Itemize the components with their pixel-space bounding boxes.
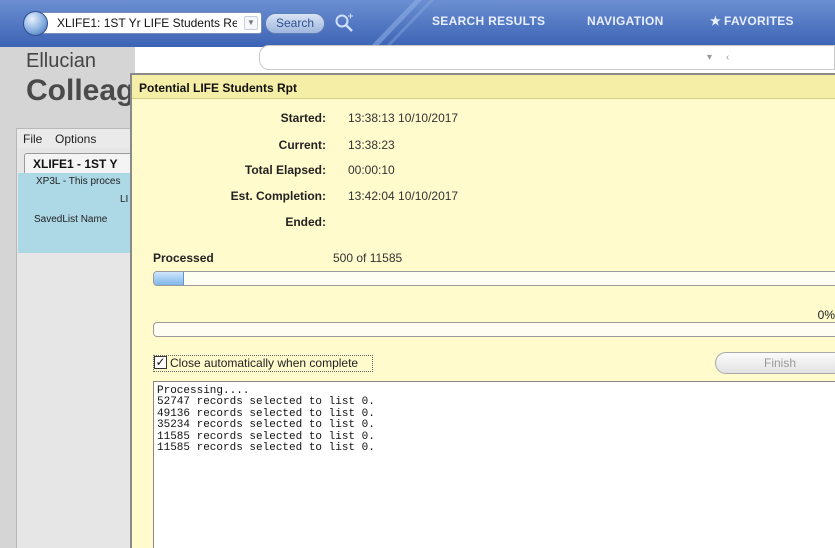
chevron-left-icon[interactable]: ‹ (726, 52, 729, 63)
form-select-dropdown[interactable]: XLIFE1: 1ST Yr LIFE Students Re ▼ (23, 11, 262, 36)
menu-file[interactable]: File (23, 132, 42, 146)
brand-product: Colleag (26, 74, 135, 107)
processed-progress-bar (153, 271, 835, 286)
brand-name: Ellucian (26, 50, 97, 72)
form-row-text: SavedList Name (34, 214, 108, 225)
search-button[interactable]: Search (265, 13, 325, 34)
finish-button[interactable]: Finish (715, 352, 835, 374)
top-toolbar: XLIFE1: 1ST Yr LIFE Students Re ▼ Search… (0, 0, 835, 47)
stat-value-est-completion: 13:42:04 10/10/2017 (348, 189, 459, 203)
form-row-text: LI (120, 194, 129, 205)
overall-percent: 0% (817, 308, 835, 322)
menu-bar: File Options (16, 128, 135, 148)
stat-label-current: Current: (278, 138, 326, 152)
log-line: 11585 records selected to list 0. (157, 442, 375, 455)
stat-value-current: 13:38:23 (348, 138, 395, 152)
close-auto-checkbox[interactable]: ✓ (154, 356, 167, 369)
process-log: Processing.... 52747 records selected to … (153, 381, 835, 548)
chevron-down-icon[interactable]: ▼ (244, 16, 258, 30)
overall-progress-bar (153, 322, 835, 337)
close-auto-label[interactable]: Close automatically when complete (170, 356, 358, 370)
tab-navigation[interactable]: NAVIGATION (587, 14, 664, 28)
stat-label-ended: Ended: (285, 215, 326, 229)
star-icon: ★ (710, 14, 722, 28)
menu-options[interactable]: Options (55, 132, 96, 146)
magnifier-icon[interactable] (333, 12, 355, 34)
stat-label-started: Started: (280, 111, 326, 125)
form-field-strip: ▾ ‹ (259, 45, 835, 70)
progress-dialog: Potential LIFE Students Rpt Started: 13:… (130, 73, 835, 548)
stat-value-started: 13:38:13 10/10/2017 (348, 111, 459, 125)
globe-icon (23, 11, 48, 36)
processed-count: 500 of 11585 (333, 251, 403, 265)
tab-favorites[interactable]: FAVORITES (724, 14, 794, 28)
form-body: XP3L - This proces LI SavedList Name (18, 173, 135, 253)
form-tab[interactable]: XLIFE1 - 1ST Y (24, 153, 135, 173)
tab-search-results[interactable]: SEARCH RESULTS (432, 14, 545, 28)
chevron-down-icon[interactable]: ▾ (707, 52, 712, 63)
stat-label-total-elapsed: Total Elapsed: (244, 163, 326, 177)
log-line: 35234 records selected to list 0. (157, 419, 375, 432)
processed-label: Processed (153, 251, 214, 265)
stat-label-est-completion: Est. Completion: (230, 189, 326, 203)
processed-progress-fill (154, 272, 184, 285)
form-select-value: XLIFE1: 1ST Yr LIFE Students Re (57, 16, 237, 30)
form-row-text: XP3L - This proces (36, 176, 121, 187)
dialog-title: Potential LIFE Students Rpt (132, 75, 835, 99)
stat-value-total-elapsed: 00:00:10 (348, 163, 395, 177)
